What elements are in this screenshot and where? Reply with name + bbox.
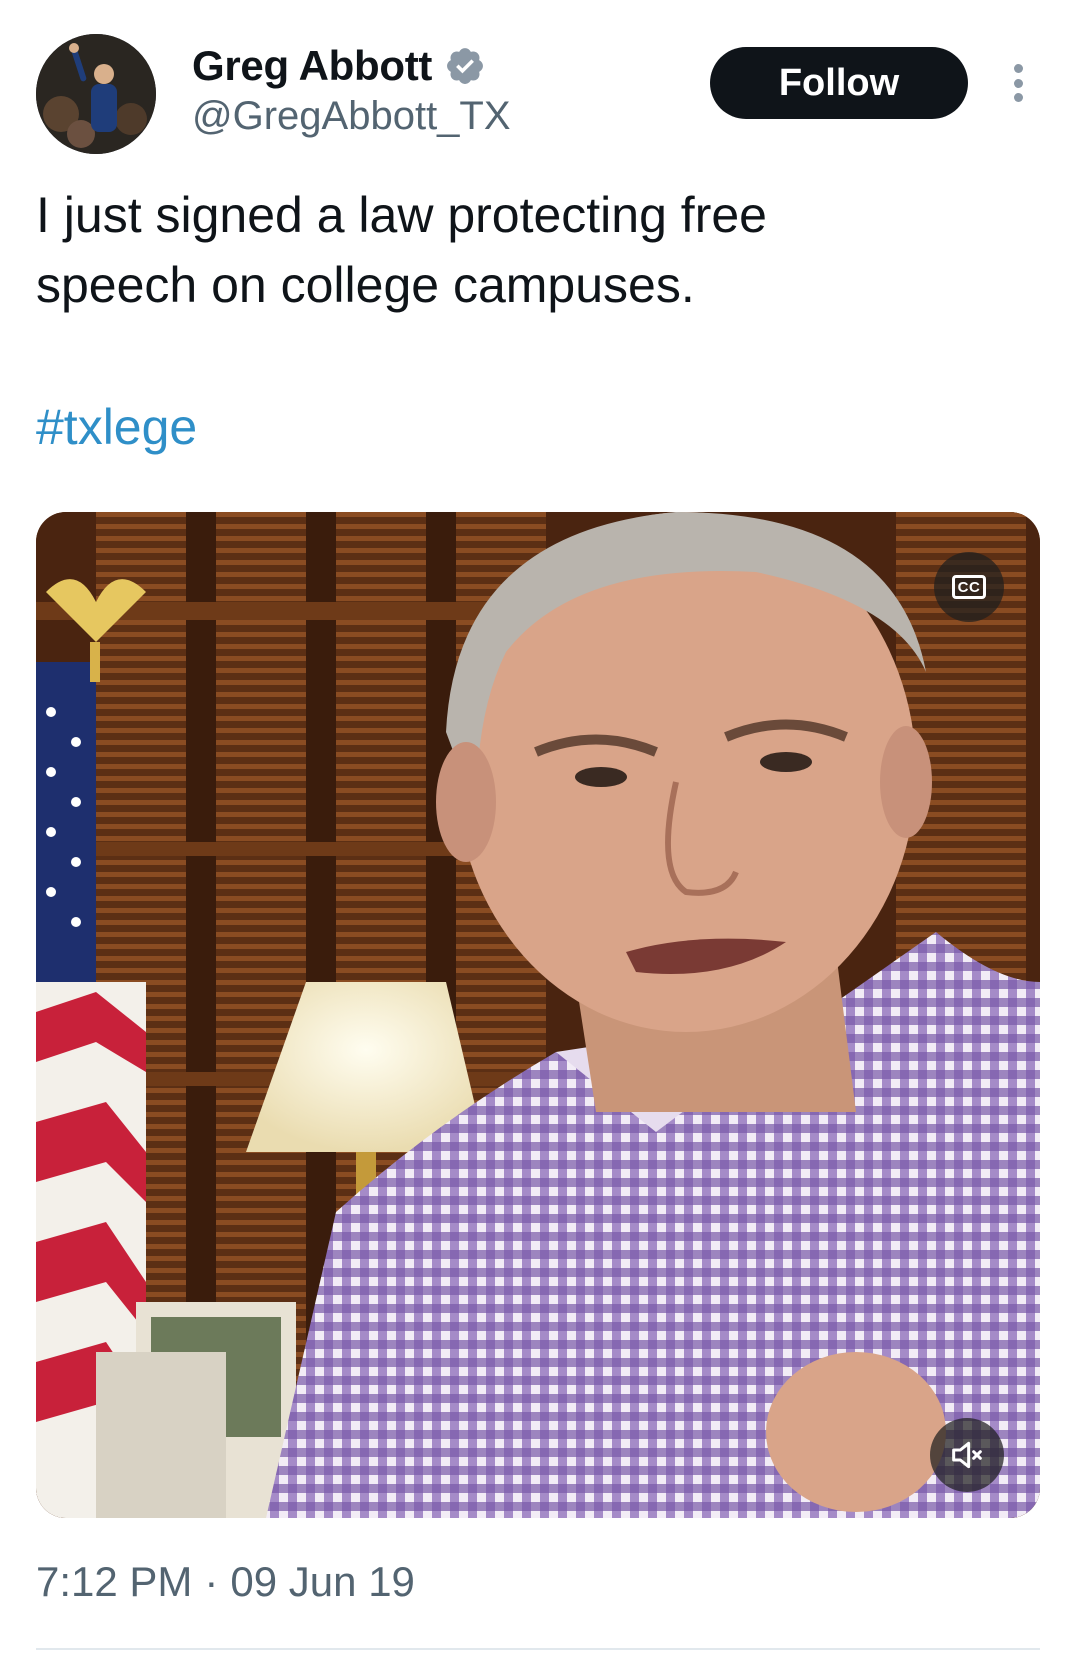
hashtag-link[interactable]: #txlege bbox=[36, 392, 197, 462]
video-player[interactable]: CC bbox=[36, 512, 1040, 1518]
more-options-icon[interactable] bbox=[1003, 58, 1033, 108]
tweet-timestamp[interactable]: 7:12 PM · 09 Jun 19 bbox=[36, 1558, 415, 1606]
dot bbox=[1013, 78, 1023, 88]
tweet-time: 7:12 PM bbox=[36, 1558, 193, 1605]
author-handle[interactable]: @GregAbbott_TX bbox=[192, 94, 511, 139]
verified-badge-icon bbox=[444, 45, 486, 87]
mute-toggle-button[interactable] bbox=[930, 1418, 1004, 1492]
timestamp-separator: · bbox=[204, 1558, 219, 1605]
cc-icon: CC bbox=[952, 575, 986, 599]
display-name[interactable]: Greg Abbott bbox=[192, 42, 432, 90]
dot bbox=[1013, 93, 1023, 102]
tweet-text: I just signed a law protecting free spee… bbox=[36, 187, 767, 313]
avatar-image bbox=[36, 34, 156, 154]
video-frame bbox=[36, 512, 1040, 1518]
captions-button[interactable]: CC bbox=[934, 552, 1004, 622]
avatar[interactable] bbox=[36, 34, 156, 154]
dot bbox=[1013, 64, 1023, 73]
author-name-row: Greg Abbott bbox=[192, 40, 486, 92]
tweet-date: 09 Jun 19 bbox=[230, 1558, 415, 1605]
divider bbox=[36, 1648, 1040, 1650]
follow-button[interactable]: Follow bbox=[710, 47, 968, 119]
muted-speaker-icon bbox=[952, 1441, 982, 1469]
